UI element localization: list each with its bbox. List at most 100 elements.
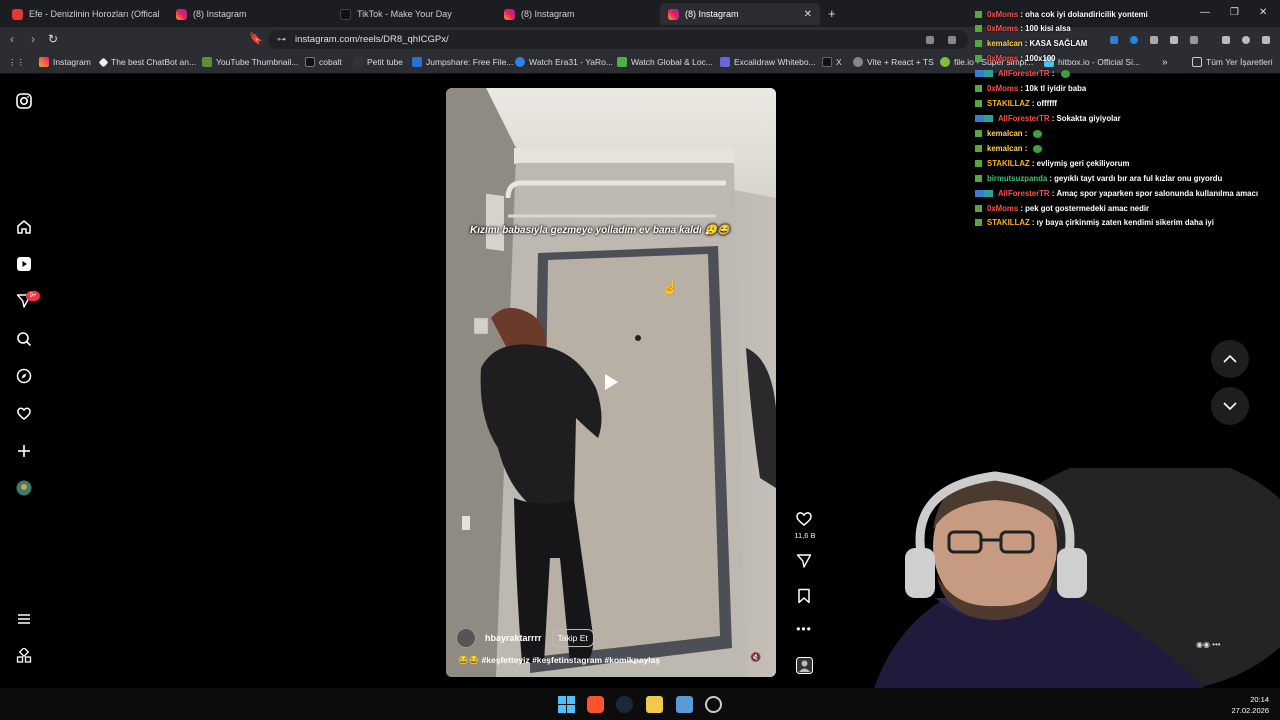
tab-instagram-1[interactable]: (8) Instagram [168,3,326,25]
more-bookmarks-icon[interactable]: » [1162,57,1168,68]
all-bookmarks-folder[interactable]: Tüm Yer İşaretleri [1192,57,1273,67]
reels-icon[interactable] [14,254,34,274]
play-icon[interactable] [596,368,624,396]
tab-instagram-2[interactable]: (8) Instagram [496,3,654,25]
chat-username[interactable]: 0xMoms [987,204,1018,213]
bookmark-item[interactable]: Vite + React + TS [853,57,934,67]
chat-username[interactable]: 0xMoms [987,24,1018,33]
follow-button[interactable]: Takip Et [551,629,594,647]
chevron-down-icon [1223,402,1237,411]
extension-icon[interactable] [1110,36,1118,44]
share-icon[interactable] [794,553,814,574]
menu-icon[interactable] [1262,36,1270,44]
app-icon[interactable] [676,696,693,713]
chat-username[interactable]: birmutsuzpanda [987,174,1047,183]
chat-username[interactable]: STAKILLAZ [987,99,1030,108]
author-avatar[interactable] [456,628,476,648]
like-icon[interactable] [794,510,814,531]
chat-username[interactable]: kemalcan [987,129,1023,138]
notifications-heart-icon[interactable] [14,403,34,423]
address-bar[interactable]: ⊶ instagram.com/reels/DR8_qhICGPx/ [268,30,968,49]
explore-icon[interactable] [14,366,34,386]
site-info-icon[interactable]: ⊶ [277,30,286,49]
bookmark-item[interactable]: Petit tube [353,57,403,67]
reload-icon[interactable]: ↻ [48,32,58,46]
watch-global-icon [617,57,627,67]
bookmark-page-icon[interactable]: 🔖 [249,32,263,45]
brave-browser-icon[interactable] [587,696,604,713]
shield-icon[interactable] [1242,36,1250,44]
minimize-icon[interactable]: — [1200,7,1210,18]
chat-username[interactable]: STAKILLAZ [987,218,1030,227]
create-plus-icon[interactable] [14,441,34,461]
apps-grid-icon[interactable]: ⋮⋮ [8,57,25,68]
bookmark-item[interactable]: YouTube Thumbnail... [202,57,298,67]
extension-icon[interactable] [1150,36,1158,44]
more-options-icon[interactable]: ••• [794,622,814,636]
app-icon[interactable] [705,696,722,713]
extensions-puzzle-icon[interactable] [1170,36,1178,44]
chat-username[interactable]: AllForesterTR [998,189,1050,198]
profile-avatar[interactable] [14,478,34,498]
close-tab-icon[interactable]: ✕ [804,9,812,20]
chat-text: pek got gostermedeki amac nedir [1025,204,1150,213]
bookmark-item[interactable]: hitbox.io - Official Si... [1044,57,1140,67]
chat-username[interactable]: kemalcan [987,39,1023,48]
media-icon[interactable] [1222,36,1230,44]
save-icon[interactable] [794,588,814,609]
bookmark-item[interactable]: X [822,57,842,67]
also-from-meta-icon[interactable] [14,646,34,666]
more-menu-icon[interactable] [14,609,34,629]
new-tab-button[interactable]: + [828,6,836,21]
author-username[interactable]: hbayraktarrrr [485,633,542,643]
chat-badge-icon [975,85,982,92]
tab-instagram-active[interactable]: (8) Instagram ✕ [660,3,820,25]
audio-avatar-icon[interactable] [794,657,814,679]
cast-icon[interactable] [926,36,934,44]
share-icon[interactable] [948,36,956,44]
bookmark-item[interactable]: Excalidraw Whitebo... [720,57,816,67]
tab-youtube[interactable]: Efe - Denizlinin Horozları (Offical Vid [4,3,162,25]
chat-badge-icon [975,40,982,47]
close-window-icon[interactable]: ✕ [1259,7,1267,18]
forward-icon[interactable]: › [31,32,35,46]
bookmark-item[interactable]: Jumpshare: Free File... [412,57,513,67]
back-icon[interactable]: ‹ [10,32,14,46]
chat-username[interactable]: 0xMoms [987,84,1018,93]
bookmark-item[interactable]: Watch Global & Loc... [617,57,713,67]
windows-start-icon[interactable] [558,696,575,713]
jumpshare-icon [412,57,422,67]
home-icon[interactable] [14,217,34,237]
chat-message: kemalcan : [975,144,1043,153]
reel-caption[interactable]: 😂😂 #keşfetteyiz #keşfetinstagram #komikp… [458,655,711,666]
bookmark-item[interactable]: cobalt [305,57,342,67]
more-link[interactable]: ... daha fazla [663,655,712,665]
chat-username[interactable]: 0xMoms [987,10,1018,19]
system-clock[interactable]: 20:14 27.02.2026 [1231,694,1269,716]
steam-icon[interactable] [616,696,633,713]
chat-message: AllForesterTR : [975,69,1070,78]
chat-username[interactable]: AllForesterTR [998,114,1050,123]
chat-message: birmutsuzpanda : geyıklı tayt vardı bır … [975,174,1222,183]
next-reel-button[interactable] [1211,387,1249,425]
url-text: instagram.com/reels/DR8_qhICGPx/ [295,34,449,45]
search-icon[interactable] [14,329,34,349]
chat-badge-icon [975,190,993,197]
instagram-logo-icon[interactable] [14,91,34,111]
bookmark-label: YouTube Thumbnail... [216,57,299,67]
chat-username[interactable]: kemalcan [987,144,1023,153]
extension-icon[interactable] [1130,36,1138,44]
bookmark-label: Watch Era31 - YaRo... [529,57,613,67]
bookmark-item[interactable]: Watch Era31 - YaRo... [515,57,613,67]
tab-tiktok[interactable]: TikTok - Make Your Day [332,3,490,25]
previous-reel-button[interactable] [1211,340,1249,378]
restore-icon[interactable]: ❐ [1230,7,1239,18]
bookmark-item[interactable]: Instagram [39,57,91,67]
chat-username[interactable]: AllForesterTR [998,69,1050,78]
mute-icon[interactable]: 🔇 [750,652,761,663]
file-explorer-icon[interactable] [646,696,663,713]
chat-username[interactable]: STAKILLAZ [987,159,1030,168]
chat-username[interactable]: 0xMoms [987,54,1018,63]
bookmark-item[interactable]: The best ChatBot an... [98,57,196,67]
sidebar-toggle-icon[interactable] [1190,36,1198,44]
